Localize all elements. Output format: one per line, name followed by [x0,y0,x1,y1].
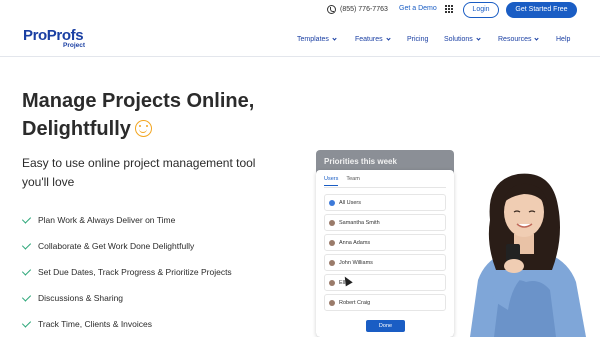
user-option[interactable]: Robert Craig [324,294,446,311]
avatar [329,279,335,286]
user-picker-tabs: Users Team [324,176,368,186]
proprofs-project-logo[interactable]: ProProfs Project [23,27,85,49]
apps-grid-icon[interactable] [445,5,453,13]
nav-resources[interactable]: Resources [498,36,540,43]
nav-pricing[interactable]: Pricing [407,36,428,43]
logo-wordmark: ProProfs [23,27,84,44]
avatar [329,219,335,226]
nav-pricing-label: Pricing [407,36,429,43]
tab-users[interactable]: Users [324,176,339,186]
user-picker-panel: Users Team All Users Samantha Smith Anna… [316,170,454,337]
tabs-divider [324,187,446,188]
avatar [329,299,335,306]
nav-templates-label: Templates [297,36,329,43]
feature-text: Set Due Dates, Track Progress & Prioriti… [38,267,232,277]
get-started-free-button[interactable]: Get Started Free [506,2,577,18]
tab-team[interactable]: Team [346,176,359,186]
feature-item: Set Due Dates, Track Progress & Prioriti… [21,259,232,285]
check-icon [21,291,32,302]
user-option-label: All Users [339,199,362,206]
user-option-label: John Williams [339,259,373,266]
smile-icon [134,120,152,137]
feature-item: Discussions & Sharing [21,285,232,311]
user-option[interactable]: Samantha Smith [324,214,446,231]
feature-list: Plan Work & Always Deliver on Time Colla… [21,207,232,337]
logo-subtitle: Project [63,42,86,49]
all-users-icon [329,199,335,206]
check-icon [21,317,32,328]
user-option-all-users[interactable]: All Users [324,194,446,211]
chevron-down-icon [386,36,391,41]
feature-text: Plan Work & Always Deliver on Time [38,215,176,225]
nav-templates[interactable]: Templates [297,36,337,43]
hero-title-line-2: Delightfully [22,118,131,140]
priorities-card-title: Priorities this week [324,157,397,166]
feature-item: Plan Work & Always Deliver on Time [21,207,232,233]
user-option-label: Anna Adams [339,239,371,246]
check-icon [21,213,32,224]
nav-solutions[interactable]: Solutions [444,36,481,43]
avatar [329,259,335,266]
chevron-down-icon [476,36,481,41]
user-option-label: Samantha Smith [339,219,380,226]
check-icon [21,239,32,250]
feature-text: Collaborate & Get Work Done Delightfully [38,241,195,251]
login-button[interactable]: Login [463,2,499,18]
phone-number: (855) 776-7763 [340,6,388,13]
check-icon [21,265,32,276]
phone-link[interactable]: (855) 776-7763 [327,5,388,14]
hero-subtitle: Easy to use online project management to… [22,156,256,189]
user-option[interactable]: John Williams [324,254,446,271]
feature-text: Discussions & Sharing [38,293,124,303]
nav-help[interactable]: Help [556,36,570,43]
get-demo-link[interactable]: Get a Demo [399,5,437,12]
hero-title-line-1: Manage Projects Online, [22,90,255,112]
phone-icon [327,5,336,14]
user-option-label: Robert Craig [339,299,371,306]
feature-item: Collaborate & Get Work Done Delightfully [21,233,232,259]
nav-features-label: Features [355,36,383,43]
nav-help-label: Help [556,36,571,43]
feature-text: Track Time, Clients & Invoices [38,319,152,329]
nav-features[interactable]: Features [355,36,391,43]
header-divider [0,56,600,57]
nav-resources-label: Resources [498,36,532,43]
user-option[interactable]: Anna Adams [324,234,446,251]
chevron-down-icon [332,36,337,41]
top-utility-bar: (855) 776-7763 Get a Demo Login Get Star… [0,0,600,22]
done-button[interactable]: Done [366,320,405,332]
hero-title: Manage Projects Online, Delightfully [22,87,322,143]
feature-item: Track Time, Clients & Invoices [21,311,232,337]
chevron-down-icon [534,36,540,41]
nav-solutions-label: Solutions [444,36,473,43]
woman-with-phone-image [470,173,586,337]
avatar [329,239,335,246]
